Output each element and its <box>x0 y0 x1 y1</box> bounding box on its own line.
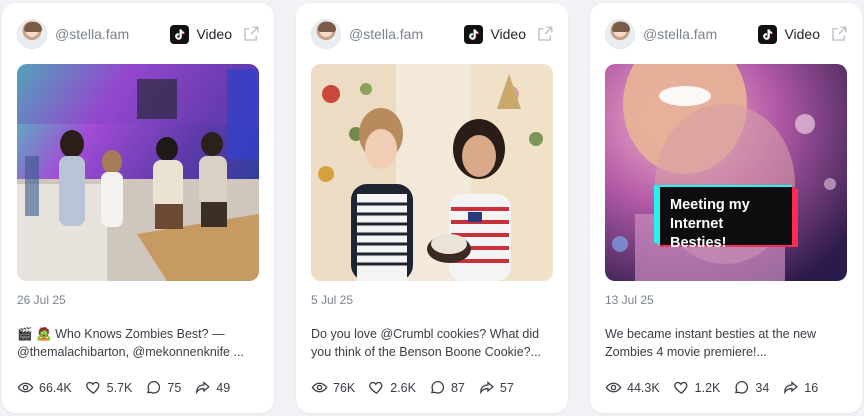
likes-count: 5.7K <box>106 380 133 395</box>
likes-stat: 2.6K <box>368 379 416 396</box>
platform-badge: Video <box>464 24 526 44</box>
card-header: @stella.fam Video <box>17 19 260 49</box>
engagement-stats: 44.3K 1.2K 34 16 <box>605 379 818 396</box>
post-caption: Do you love @Crumbl cookies? What did yo… <box>311 325 555 361</box>
heart-icon <box>368 379 385 396</box>
avatar[interactable] <box>311 19 341 49</box>
shares-count: 16 <box>804 380 819 395</box>
caption-line: Zombies 4 movie premiere!... <box>605 345 767 359</box>
platform-badge: Video <box>170 24 232 44</box>
avatar[interactable] <box>605 19 635 49</box>
views-count: 44.3K <box>627 380 660 395</box>
likes-stat: 1.2K <box>673 379 721 396</box>
card-header: @stella.fam Video <box>311 19 554 49</box>
shares-count: 49 <box>216 380 231 395</box>
post-date: 5 Jul 25 <box>311 293 354 307</box>
comments-stat: 87 <box>429 379 465 396</box>
eye-icon <box>605 379 622 396</box>
post-date: 13 Jul 25 <box>605 293 654 307</box>
eye-icon <box>311 379 328 396</box>
shares-stat: 57 <box>478 379 514 396</box>
platform-badge: Video <box>758 24 820 44</box>
engagement-stats: 76K 2.6K 87 57 <box>311 379 514 396</box>
video-card[interactable]: @stella.fam Video <box>296 3 568 413</box>
post-caption: 🎬 🧟 Who Knows Zombies Best? — @themalach… <box>17 325 261 361</box>
likes-count: 1.2K <box>694 380 721 395</box>
comment-icon <box>145 379 162 396</box>
views-stat: 66.4K <box>17 379 72 396</box>
caption-line: @themalachibarton, @mekonnenknife ... <box>17 345 244 359</box>
video-card[interactable]: @stella.fam Video <box>2 3 274 413</box>
platform-label: Video <box>196 26 232 42</box>
comments-count: 75 <box>167 380 182 395</box>
platform-label: Video <box>490 26 526 42</box>
comment-icon <box>733 379 750 396</box>
video-thumbnail[interactable]: Meeting my Internet Besties! <box>605 64 847 281</box>
card-header: @stella.fam Video <box>605 19 848 49</box>
tiktok-icon <box>464 24 484 44</box>
views-stat: 76K <box>311 379 355 396</box>
comments-stat: 34 <box>733 379 769 396</box>
views-count: 76K <box>333 380 356 395</box>
overlay-line: Internet Besties! <box>670 216 727 251</box>
shares-count: 57 <box>499 380 514 395</box>
creator-handle[interactable]: @stella.fam <box>55 26 170 42</box>
eye-icon <box>17 379 34 396</box>
avatar[interactable] <box>17 19 47 49</box>
creator-handle[interactable]: @stella.fam <box>643 26 758 42</box>
share-icon <box>782 379 799 396</box>
comments-stat: 75 <box>145 379 181 396</box>
likes-stat: 5.7K <box>85 379 133 396</box>
post-caption: We became instant besties at the new Zom… <box>605 325 849 361</box>
caption-line: Do you love @Crumbl cookies? What did <box>311 327 540 341</box>
video-overlay-caption: Meeting my Internet Besties! <box>657 187 795 251</box>
post-date: 26 Jul 25 <box>17 293 66 307</box>
caption-line: you think of the Benson Boone Cookie?... <box>311 345 542 359</box>
caption-line: We became instant besties at the new <box>605 327 816 341</box>
overlay-line: Meeting my <box>670 197 750 213</box>
video-card[interactable]: @stella.fam Video <box>590 3 862 413</box>
caption-line: 🎬 🧟 Who Knows Zombies Best? — <box>17 327 225 341</box>
heart-icon <box>85 379 102 396</box>
views-count: 66.4K <box>39 380 72 395</box>
shares-stat: 49 <box>194 379 230 396</box>
comments-count: 34 <box>755 380 770 395</box>
external-link-icon[interactable] <box>830 25 848 43</box>
comments-count: 87 <box>450 380 465 395</box>
tiktok-icon <box>758 24 778 44</box>
share-icon <box>478 379 495 396</box>
external-link-icon[interactable] <box>242 25 260 43</box>
heart-icon <box>673 379 690 396</box>
engagement-stats: 66.4K 5.7K 75 49 <box>17 379 230 396</box>
comment-icon <box>429 379 446 396</box>
external-link-icon[interactable] <box>536 25 554 43</box>
video-thumbnail[interactable] <box>311 64 553 281</box>
platform-label: Video <box>784 26 820 42</box>
tiktok-icon <box>170 24 190 44</box>
likes-count: 2.6K <box>390 380 416 395</box>
video-thumbnail[interactable] <box>17 64 259 281</box>
creator-handle[interactable]: @stella.fam <box>349 26 464 42</box>
share-icon <box>194 379 211 396</box>
views-stat: 44.3K <box>605 379 660 396</box>
shares-stat: 16 <box>782 379 818 396</box>
